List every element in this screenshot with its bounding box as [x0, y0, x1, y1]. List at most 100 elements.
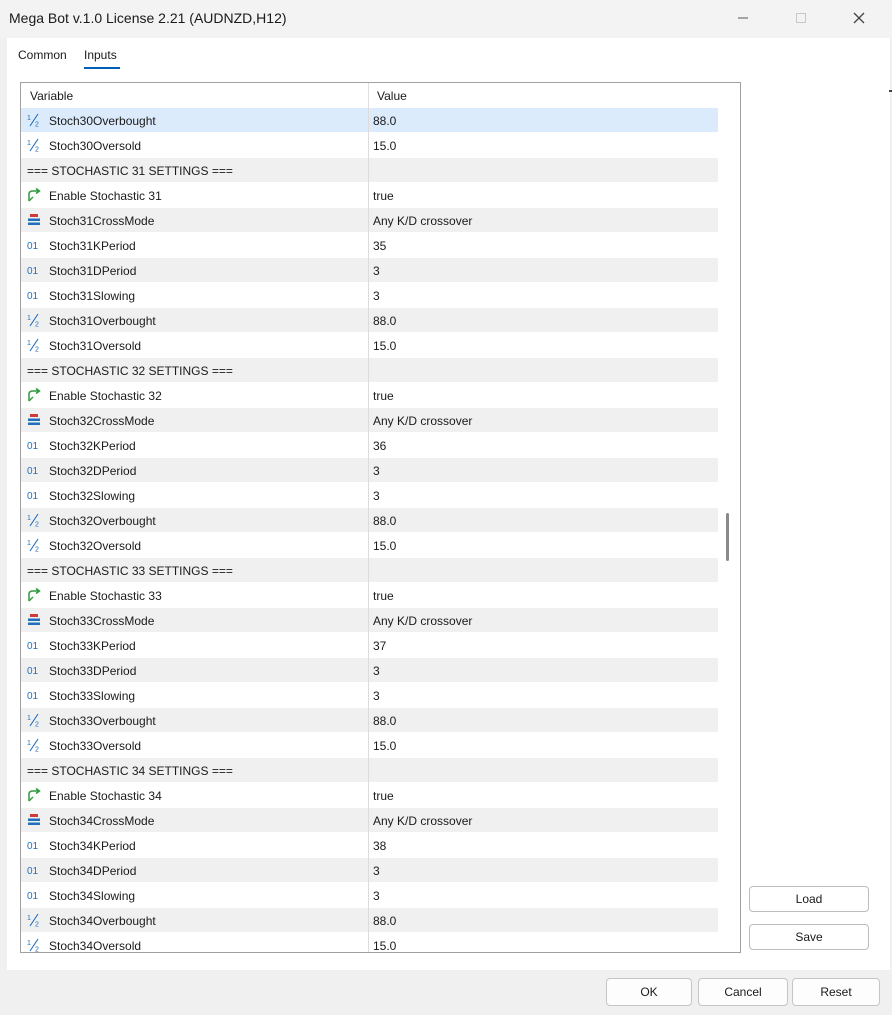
cancel-button[interactable]: Cancel: [698, 978, 788, 1006]
table-row[interactable]: 01 Stoch32KPeriod 36: [21, 433, 718, 458]
svg-text:2: 2: [35, 347, 39, 353]
table-row[interactable]: Enable Stochastic 34 true: [21, 783, 718, 808]
table-row[interactable]: 01 Stoch32Slowing 3: [21, 483, 718, 508]
section-header-row[interactable]: === STOCHASTIC 32 SETTINGS ===: [21, 358, 718, 383]
scrollbar-thumb[interactable]: [726, 513, 729, 561]
cell-divider: [368, 708, 369, 733]
variable-value[interactable]: 3: [373, 464, 380, 478]
svg-text:1: 1: [27, 940, 31, 947]
integer-icon: 01: [27, 288, 41, 302]
load-button[interactable]: Load: [749, 886, 869, 912]
variable-value[interactable]: 38: [373, 839, 386, 853]
variable-name: Stoch33Overbought: [49, 714, 156, 728]
table-row[interactable]: 1 2 Stoch30Overbought 88.0: [21, 108, 718, 133]
section-header-row[interactable]: === STOCHASTIC 31 SETTINGS ===: [21, 158, 718, 183]
column-header-value[interactable]: Value: [377, 89, 407, 103]
table-row[interactable]: 1 2 Stoch33Oversold 15.0: [21, 733, 718, 758]
ok-button[interactable]: OK: [606, 978, 692, 1006]
variable-value[interactable]: 88.0: [373, 514, 396, 528]
variable-value[interactable]: 15.0: [373, 539, 396, 553]
table-row[interactable]: Stoch33CrossMode Any K/D crossover: [21, 608, 718, 633]
table-row[interactable]: 01 Stoch33DPeriod 3: [21, 658, 718, 683]
maximize-button[interactable]: [778, 0, 824, 36]
table-row[interactable]: Stoch31CrossMode Any K/D crossover: [21, 208, 718, 233]
fraction-icon: 12: [27, 313, 41, 329]
integer-icon: 01: [27, 463, 41, 477]
table-row[interactable]: 01 Stoch32DPeriod 3: [21, 458, 718, 483]
minimize-button[interactable]: [720, 0, 766, 36]
variable-value[interactable]: true: [373, 189, 394, 203]
variable-value[interactable]: 3: [373, 264, 380, 278]
variable-value[interactable]: Any K/D crossover: [373, 214, 472, 228]
column-divider[interactable]: [368, 83, 369, 108]
section-header-row[interactable]: === STOCHASTIC 33 SETTINGS ===: [21, 558, 718, 583]
table-row[interactable]: 01 Stoch34Slowing 3: [21, 883, 718, 908]
table-row[interactable]: 01 Stoch33Slowing 3: [21, 683, 718, 708]
variable-value[interactable]: 15.0: [373, 339, 396, 353]
variable-name: Stoch32DPeriod: [49, 464, 137, 478]
table-row[interactable]: 01 Stoch31Slowing 3: [21, 283, 718, 308]
table-row[interactable]: 1 2 Stoch34Oversold 15.0: [21, 933, 718, 952]
close-button[interactable]: [836, 0, 882, 36]
vertical-scrollbar[interactable]: [718, 83, 739, 952]
table-row[interactable]: 01 Stoch31DPeriod 3: [21, 258, 718, 283]
table-row[interactable]: Enable Stochastic 33 true: [21, 583, 718, 608]
svg-text:1: 1: [27, 115, 31, 122]
table-row[interactable]: 01 Stoch34DPeriod 3: [21, 858, 718, 883]
variable-value[interactable]: 88.0: [373, 314, 396, 328]
table-row[interactable]: 1 2 Stoch32Oversold 15.0: [21, 533, 718, 558]
table-row[interactable]: 1 2 Stoch30Oversold 15.0: [21, 133, 718, 158]
variable-name: Stoch33DPeriod: [49, 664, 137, 678]
variable-value[interactable]: Any K/D crossover: [373, 814, 472, 828]
variable-value[interactable]: 3: [373, 664, 380, 678]
variable-name: Enable Stochastic 34: [49, 789, 162, 803]
table-row[interactable]: 1 2 Stoch31Overbought 88.0: [21, 308, 718, 333]
reset-button[interactable]: Reset: [792, 978, 880, 1006]
variable-value[interactable]: 15.0: [373, 139, 396, 153]
variable-value[interactable]: Any K/D crossover: [373, 614, 472, 628]
variable-value[interactable]: 3: [373, 864, 380, 878]
table-row[interactable]: 1 2 Stoch34Overbought 88.0: [21, 908, 718, 933]
table-row[interactable]: Enable Stochastic 31 true: [21, 183, 718, 208]
tab-common[interactable]: Common: [18, 48, 67, 62]
variable-value[interactable]: Any K/D crossover: [373, 414, 472, 428]
variable-value[interactable]: 88.0: [373, 914, 396, 928]
section-header-row[interactable]: === STOCHASTIC 34 SETTINGS ===: [21, 758, 718, 783]
variable-value[interactable]: 3: [373, 689, 380, 703]
variable-value[interactable]: 37: [373, 639, 386, 653]
variable-value[interactable]: true: [373, 389, 394, 403]
variable-value[interactable]: 36: [373, 439, 386, 453]
variable-value[interactable]: true: [373, 789, 394, 803]
table-row[interactable]: 01 Stoch34KPeriod 38: [21, 833, 718, 858]
minimize-icon: [738, 17, 748, 19]
variable-value[interactable]: 15.0: [373, 939, 396, 952]
variable-value[interactable]: 15.0: [373, 739, 396, 753]
variable-value[interactable]: 3: [373, 289, 380, 303]
table-row[interactable]: 1 2 Stoch33Overbought 88.0: [21, 708, 718, 733]
variable-name: Stoch31DPeriod: [49, 264, 137, 278]
variable-value[interactable]: 3: [373, 889, 380, 903]
table-row[interactable]: Enable Stochastic 32 true: [21, 383, 718, 408]
variable-value[interactable]: 3: [373, 489, 380, 503]
variable-name: Stoch30Overbought: [49, 114, 156, 128]
svg-text:2: 2: [35, 922, 39, 928]
variable-value[interactable]: 88.0: [373, 114, 396, 128]
variable-value[interactable]: 88.0: [373, 714, 396, 728]
table-row[interactable]: 01 Stoch31KPeriod 35: [21, 233, 718, 258]
variable-name: Stoch32CrossMode: [49, 414, 155, 428]
table-row[interactable]: Stoch32CrossMode Any K/D crossover: [21, 408, 718, 433]
table-row[interactable]: Stoch34CrossMode Any K/D crossover: [21, 808, 718, 833]
variable-value[interactable]: true: [373, 589, 394, 603]
svg-text:01: 01: [27, 491, 39, 502]
table-row[interactable]: 01 Stoch33KPeriod 37: [21, 633, 718, 658]
column-header-variable[interactable]: Variable: [30, 89, 73, 103]
tab-inputs[interactable]: Inputs: [84, 48, 117, 62]
table-row[interactable]: 1 2 Stoch32Overbought 88.0: [21, 508, 718, 533]
title-bar[interactable]: Mega Bot v.1.0 License 2.21 (AUDNZD,H12): [0, 0, 892, 38]
save-button[interactable]: Save: [749, 924, 869, 950]
variable-value[interactable]: 35: [373, 239, 386, 253]
variable-name: Stoch34Slowing: [49, 889, 136, 903]
svg-text:2: 2: [35, 747, 39, 753]
close-icon: [853, 12, 865, 24]
table-row[interactable]: 1 2 Stoch31Oversold 15.0: [21, 333, 718, 358]
